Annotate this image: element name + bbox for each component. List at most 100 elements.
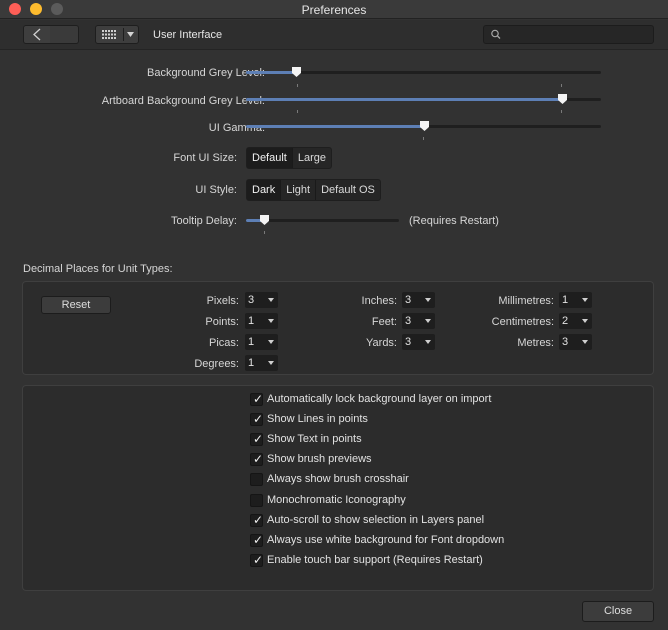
checkbox[interactable]: ✓	[250, 532, 264, 547]
checkbox[interactable]: ✓	[250, 411, 264, 426]
metres-decimal-dropdown[interactable]: 3	[559, 334, 592, 350]
unit-label-metres: Metres:	[517, 337, 554, 349]
checkbox[interactable]: ✓	[250, 512, 264, 527]
option-label: Monochromatic Iconography	[267, 494, 406, 506]
triangle-down-icon	[268, 319, 274, 323]
ui-style-label: UI Style:	[195, 184, 237, 196]
artboard-grey-level-label: Artboard Background Grey Level:	[101, 95, 265, 107]
dropdown-value: 1	[248, 336, 255, 348]
checkbox[interactable]: ✓	[250, 472, 263, 486]
back-button[interactable]	[23, 25, 51, 44]
slider-tick	[297, 84, 298, 87]
option-enable-touch-bar[interactable]: ✓ Enable touch bar support (Requires Res…	[250, 552, 483, 568]
checkmark-icon: ✓	[253, 552, 264, 567]
pixels-decimal-dropdown[interactable]: 3	[245, 292, 278, 308]
unit-label-picas: Picas:	[209, 337, 239, 349]
slider-tick	[423, 137, 424, 140]
unit-label-degrees: Degrees:	[194, 358, 239, 370]
triangle-down-icon[interactable]	[124, 26, 138, 43]
option-show-text-in-points[interactable]: ✓ Show Text in points	[250, 431, 362, 447]
checkmark-icon: ✓	[253, 411, 264, 426]
ui-gamma-thumb[interactable]	[419, 121, 429, 131]
slider-tick	[297, 110, 298, 113]
option-auto-scroll-layers[interactable]: ✓ Auto-scroll to show selection in Layer…	[250, 512, 484, 528]
artboard-grey-level-thumb[interactable]	[557, 94, 567, 104]
yards-decimal-dropdown[interactable]: 3	[402, 334, 435, 350]
dropdown-value: 2	[562, 315, 569, 327]
triangle-down-icon	[582, 319, 588, 323]
font-size-default-option[interactable]: Default	[247, 148, 293, 168]
checkmark-icon: ✓	[253, 451, 264, 466]
unit-label-points: Points:	[205, 316, 239, 328]
font-ui-size-label: Font UI Size:	[173, 152, 237, 164]
ui-style-default-os-option[interactable]: Default OS	[316, 180, 380, 200]
font-size-large-option[interactable]: Large	[293, 148, 331, 168]
centimetres-decimal-dropdown[interactable]: 2	[559, 313, 592, 329]
feet-decimal-dropdown[interactable]: 3	[402, 313, 435, 329]
checkbox[interactable]: ✓	[250, 432, 263, 446]
background-grey-level-thumb[interactable]	[291, 67, 301, 77]
triangle-down-icon	[268, 298, 274, 302]
ui-gamma-label: UI Gamma:	[208, 122, 265, 134]
triangle-down-icon	[425, 298, 431, 302]
option-white-font-dropdown[interactable]: ✓ Always use white background for Font d…	[250, 532, 504, 548]
option-monochromatic-iconography[interactable]: ✓ Monochromatic Iconography	[250, 492, 406, 508]
preferences-window: Preferences User Interface Background Gr…	[0, 0, 668, 630]
slider-fill	[246, 71, 296, 74]
checkbox[interactable]: ✓	[250, 391, 264, 406]
checkbox[interactable]: ✓	[250, 493, 263, 507]
triangle-down-icon	[268, 361, 274, 365]
forward-button[interactable]	[50, 25, 79, 44]
triangle-down-icon	[425, 319, 431, 323]
window-title: Preferences	[301, 3, 367, 17]
ui-style-light-option[interactable]: Light	[281, 180, 317, 200]
option-label: Always show brush crosshair	[267, 473, 409, 485]
unit-label-inches: Inches:	[361, 295, 397, 307]
triangle-down-icon	[268, 340, 274, 344]
option-label: Automatically lock background layer on i…	[267, 393, 492, 405]
slider-tick	[561, 84, 562, 87]
ui-style-dark-option[interactable]: Dark	[247, 180, 282, 200]
option-auto-lock-background[interactable]: ✓ Automatically lock background layer on…	[250, 391, 491, 407]
inches-decimal-dropdown[interactable]: 3	[402, 292, 435, 308]
triangle-down-icon	[425, 340, 431, 344]
unit-label-millimetres: Millimetres:	[498, 295, 554, 307]
close-button[interactable]: Close	[582, 601, 654, 622]
checkmark-icon: ✓	[253, 391, 264, 406]
checkbox[interactable]: ✓	[250, 451, 264, 466]
option-label: Enable touch bar support (Requires Resta…	[267, 554, 483, 566]
section-title: User Interface	[153, 29, 223, 41]
unit-label-yards: Yards:	[366, 337, 397, 349]
option-always-show-brush-crosshair[interactable]: ✓ Always show brush crosshair	[250, 471, 409, 487]
ui-style-selector[interactable]: Dark Light Default OS	[246, 179, 381, 201]
option-show-lines-in-points[interactable]: ✓ Show Lines in points	[250, 411, 368, 427]
slider-tick	[561, 110, 562, 113]
checkbox[interactable]: ✓	[250, 552, 264, 567]
option-label: Show brush previews	[267, 453, 372, 465]
dropdown-value: 3	[405, 294, 412, 306]
slider-fill	[246, 98, 562, 101]
search-field[interactable]	[483, 25, 654, 44]
grid-icon	[102, 30, 116, 39]
font-ui-size-selector[interactable]: Default Large	[246, 147, 332, 169]
degrees-decimal-dropdown[interactable]: 1	[245, 355, 278, 371]
dropdown-value: 3	[405, 336, 412, 348]
option-label: Show Text in points	[267, 433, 362, 445]
option-show-brush-previews[interactable]: ✓ Show brush previews	[250, 451, 372, 467]
dropdown-value: 1	[562, 294, 569, 306]
dropdown-value: 1	[248, 357, 255, 369]
unit-label-centimetres: Centimetres:	[491, 316, 554, 328]
show-all-button[interactable]	[95, 25, 139, 44]
artboard-grey-level-slider[interactable]	[246, 98, 601, 101]
checkmark-icon: ✓	[253, 532, 264, 547]
dropdown-value: 3	[405, 315, 412, 327]
slider-fill	[246, 125, 424, 128]
points-decimal-dropdown[interactable]: 1	[245, 313, 278, 329]
millimetres-decimal-dropdown[interactable]: 1	[559, 292, 592, 308]
checkmark-icon: ✓	[253, 512, 264, 527]
tooltip-delay-thumb[interactable]	[260, 215, 270, 225]
chevron-left-icon	[33, 28, 41, 41]
picas-decimal-dropdown[interactable]: 1	[245, 334, 278, 350]
tooltip-delay-label: Tooltip Delay:	[170, 215, 237, 227]
reset-button[interactable]: Reset	[41, 296, 111, 314]
